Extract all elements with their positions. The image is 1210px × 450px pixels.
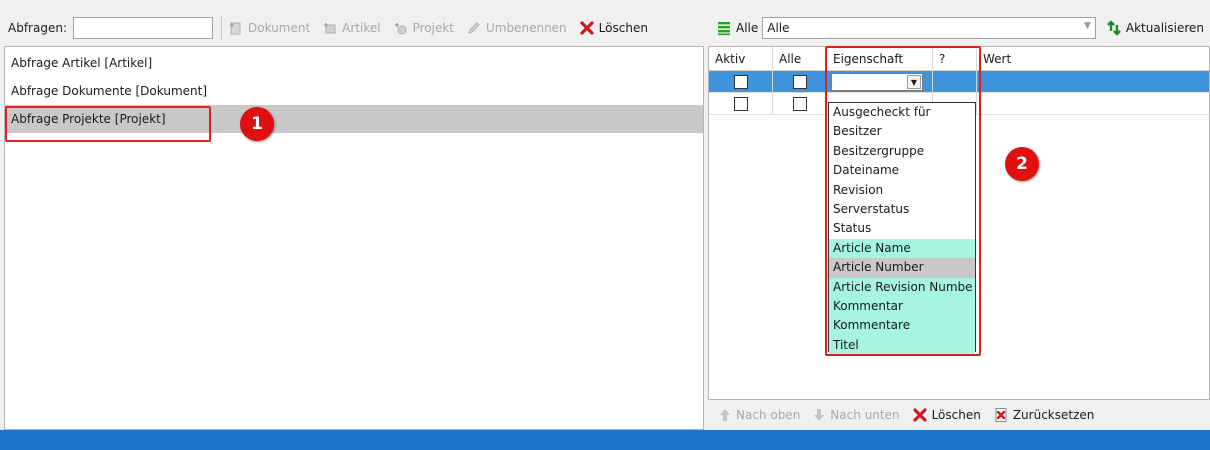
delete-row-label: Löschen — [931, 408, 981, 422]
red-x-icon — [579, 20, 595, 36]
delete-query-label: Löschen — [598, 21, 648, 35]
query-item[interactable]: Abfrage Artikel [Artikel] — [5, 49, 703, 77]
move-down-button[interactable]: Nach unten — [812, 408, 900, 422]
query-item-label: Abfrage Artikel [Artikel] — [11, 56, 153, 70]
refresh-button[interactable]: Aktualisieren — [1106, 20, 1204, 36]
arrow-up-icon — [718, 408, 732, 422]
aktiv-cell — [709, 93, 773, 115]
move-up-button[interactable]: Nach oben — [718, 408, 800, 422]
query-search-input[interactable] — [73, 17, 213, 39]
annotation-badge-2: 2 — [1005, 147, 1039, 181]
all-filter-label: Alle — [736, 21, 759, 35]
alle-cell — [773, 93, 827, 115]
query-item-label: Abfrage Dokumente [Dokument] — [11, 84, 208, 98]
grid-toolbar: Nach oben Nach unten Löschen Zurücksetze… — [708, 402, 1210, 428]
move-up-label: Nach oben — [736, 408, 801, 422]
reset-button[interactable]: Zurücksetzen — [993, 407, 1095, 423]
annotation-badge-1: 1 — [240, 107, 274, 141]
new-projekt-button[interactable]: Projekt — [393, 20, 454, 36]
refresh-label: Aktualisieren — [1125, 21, 1204, 35]
aktiv-checkbox[interactable] — [733, 75, 748, 89]
rename-button[interactable]: Umbenennen — [466, 20, 567, 36]
chevron-down-icon: ▼ — [1083, 21, 1091, 31]
wert-cell[interactable] — [977, 71, 1209, 93]
delete-row-button[interactable]: Löschen — [912, 407, 981, 423]
status-bar — [0, 430, 1210, 450]
annotation-highlight-dropdown — [825, 46, 981, 356]
rename-label: Umbenennen — [486, 21, 567, 35]
new-dokument-label: Dokument — [248, 21, 311, 35]
refresh-icon — [1106, 20, 1122, 36]
red-x-icon — [912, 407, 928, 423]
add-project-icon — [393, 20, 409, 36]
alle-checkbox[interactable] — [792, 75, 807, 89]
alle-checkbox[interactable] — [792, 97, 807, 111]
new-projekt-label: Projekt — [412, 21, 454, 35]
pencil-icon — [466, 20, 482, 36]
aktiv-cell — [709, 71, 773, 93]
aktiv-checkbox[interactable] — [733, 97, 748, 111]
search-label: Abfragen: — [8, 21, 67, 35]
new-artikel-label: Artikel — [342, 21, 381, 35]
query-list: Abfrage Artikel [Artikel] Abfrage Dokume… — [4, 46, 704, 430]
property-filter-value: Alle — [767, 21, 790, 35]
new-artikel-button[interactable]: Artikel — [322, 20, 381, 36]
toolbar-separator — [221, 17, 222, 39]
reset-icon — [993, 407, 1009, 423]
wert-cell[interactable] — [977, 93, 1209, 115]
reset-label: Zurücksetzen — [1012, 408, 1095, 422]
all-filter-button[interactable]: Alle — [716, 20, 758, 36]
column-alle[interactable]: Alle — [773, 47, 827, 71]
annotation-highlight-query — [5, 106, 211, 142]
property-toolbar: Alle Alle ▼ Aktualisieren — [708, 10, 1210, 46]
list-icon — [716, 20, 732, 36]
column-aktiv[interactable]: Aktiv — [709, 47, 773, 71]
add-document-icon — [228, 20, 244, 36]
move-down-label: Nach unten — [830, 408, 900, 422]
column-wert[interactable]: Wert — [977, 47, 1209, 71]
new-dokument-button[interactable]: Dokument — [228, 20, 310, 36]
property-filter-select[interactable]: Alle ▼ — [762, 17, 1096, 39]
delete-query-button[interactable]: Löschen — [579, 20, 648, 36]
query-item[interactable]: Abfrage Dokumente [Dokument] — [5, 77, 703, 105]
add-article-icon — [322, 20, 338, 36]
arrow-down-icon — [812, 408, 826, 422]
app-window: Abfragen: Dokument Artikel Projekt Umben… — [0, 0, 1210, 450]
query-toolbar: Abfragen: Dokument Artikel Projekt Umben… — [0, 10, 704, 46]
alle-cell — [773, 71, 827, 93]
